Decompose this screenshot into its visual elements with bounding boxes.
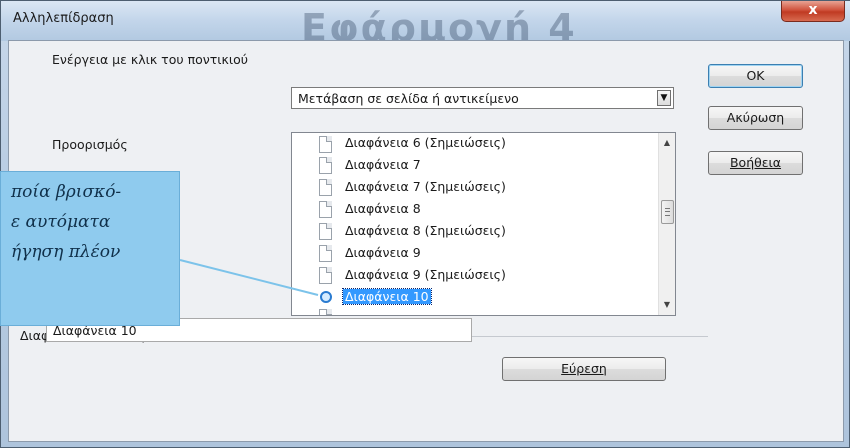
- callout-connector-line: [179, 259, 319, 296]
